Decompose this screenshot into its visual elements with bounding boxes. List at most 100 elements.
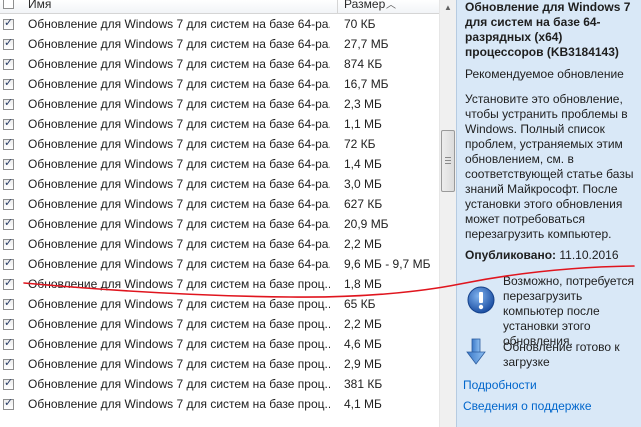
update-size: 2,9 МБ [344, 357, 382, 371]
update-size: 1,1 МБ [344, 117, 382, 131]
info-shield-icon [467, 286, 495, 314]
update-checkbox[interactable]: ✓ [3, 317, 14, 330]
restart-notice: Возможно, потребуется перезагрузить комп… [465, 268, 641, 348]
update-checkbox[interactable]: ✓ [3, 57, 14, 70]
update-name: Обновление для Windows 7 для систем на б… [28, 37, 330, 51]
checkmark-icon: ✓ [4, 37, 14, 49]
update-name: Обновление для Windows 7 для систем на б… [28, 137, 330, 151]
checkmark-icon: ✓ [4, 397, 14, 409]
update-description: Установите это обновление, чтобы устрани… [465, 92, 634, 241]
update-checkbox[interactable]: ✓ [3, 397, 14, 410]
scrollbar-thumb[interactable] [441, 130, 455, 192]
checkmark-icon: ✓ [4, 197, 14, 209]
update-name: Обновление для Windows 7 для систем на б… [28, 377, 330, 391]
table-row[interactable]: ✓ Обновление для Windows 7 для систем на … [0, 14, 439, 34]
table-row[interactable]: ✓ Обновление для Windows 7 для систем на … [0, 314, 439, 334]
table-row[interactable]: ✓ Обновление для Windows 7 для систем на … [0, 274, 439, 294]
table-row[interactable]: ✓ Обновление для Windows 7 для систем на … [0, 94, 439, 114]
update-checkbox[interactable]: ✓ [3, 137, 14, 150]
update-name: Обновление для Windows 7 для систем на б… [28, 177, 330, 191]
vertical-scrollbar[interactable]: ▲ [439, 0, 456, 427]
table-row[interactable]: ✓ Обновление для Windows 7 для систем на … [0, 134, 439, 154]
table-row[interactable]: ✓ Обновление для Windows 7 для систем на … [0, 174, 439, 194]
list-header: Имя ︿ Размер [0, 0, 439, 14]
column-header-size[interactable]: Размер [344, 0, 385, 11]
table-row[interactable]: ✓ Обновление для Windows 7 для систем на … [0, 154, 439, 174]
update-size: 70 КБ [344, 17, 376, 31]
grip-line [445, 157, 451, 158]
update-size: 2,2 МБ [344, 317, 382, 331]
grip-line [445, 163, 451, 164]
update-checkbox[interactable]: ✓ [3, 297, 14, 310]
update-checkbox[interactable]: ✓ [3, 357, 14, 370]
update-title: Обновление для Windows 7 для систем на б… [465, 0, 631, 59]
support-info-link[interactable]: Сведения о поддержке [463, 399, 592, 413]
update-name: Обновление для Windows 7 для систем на б… [28, 77, 330, 91]
column-header-name[interactable]: Имя [28, 0, 51, 11]
table-row[interactable]: ✓ Обновление для Windows 7 для систем на … [0, 334, 439, 354]
checkmark-icon: ✓ [4, 357, 14, 369]
update-checkbox[interactable]: ✓ [3, 257, 14, 270]
table-row[interactable]: ✓ Обновление для Windows 7 для систем на … [0, 74, 439, 94]
update-name: Обновление для Windows 7 для систем на б… [28, 57, 330, 71]
update-checkbox[interactable]: ✓ [3, 17, 14, 30]
table-row[interactable]: ✓ Обновление для Windows 7 для систем на … [0, 34, 439, 54]
update-checkbox[interactable]: ✓ [3, 217, 14, 230]
update-name: Обновление для Windows 7 для систем на б… [28, 357, 330, 371]
update-name: Обновление для Windows 7 для систем на б… [28, 157, 330, 171]
update-checkbox[interactable]: ✓ [3, 37, 14, 50]
checkmark-icon: ✓ [4, 217, 14, 229]
grip-line [445, 160, 451, 161]
checkmark-icon: ✓ [4, 97, 14, 109]
scroll-up-arrow-icon[interactable]: ▲ [440, 0, 456, 16]
update-size: 1,4 МБ [344, 157, 382, 171]
table-row[interactable]: ✓ Обновление для Windows 7 для систем на … [0, 294, 439, 314]
update-name: Обновление для Windows 7 для систем на б… [28, 397, 330, 411]
table-row[interactable]: ✓ Обновление для Windows 7 для систем на … [0, 214, 439, 234]
update-name: Обновление для Windows 7 для систем на б… [28, 17, 330, 31]
checkmark-icon: ✓ [4, 17, 14, 29]
update-size: 72 КБ [344, 137, 376, 151]
update-size: 2,3 МБ [344, 97, 382, 111]
checkmark-icon: ✓ [4, 297, 14, 309]
table-row[interactable]: ✓ Обновление для Windows 7 для систем на … [0, 234, 439, 254]
checkmark-icon: ✓ [4, 77, 14, 89]
update-checkbox[interactable]: ✓ [3, 157, 14, 170]
table-row[interactable]: ✓ Обновление для Windows 7 для систем на … [0, 254, 439, 274]
update-size: 4,1 МБ [344, 397, 382, 411]
update-size: 381 КБ [344, 377, 383, 391]
update-details-pane: Обновление для Windows 7 для систем на б… [456, 0, 641, 427]
update-checkbox[interactable]: ✓ [3, 117, 14, 130]
published-line: Опубликовано: 11.10.2016 [465, 248, 619, 262]
update-size: 874 КБ [344, 57, 383, 71]
update-checkbox[interactable]: ✓ [3, 237, 14, 250]
update-size: 627 КБ [344, 197, 383, 211]
update-checkbox[interactable]: ✓ [3, 97, 14, 110]
select-all-checkbox[interactable] [3, 0, 14, 9]
table-row[interactable]: ✓ Обновление для Windows 7 для систем на … [0, 114, 439, 134]
checkmark-icon: ✓ [4, 377, 14, 389]
update-name: Обновление для Windows 7 для систем на б… [28, 277, 330, 291]
table-row[interactable]: ✓ Обновление для Windows 7 для систем на … [0, 194, 439, 214]
table-row[interactable]: ✓ Обновление для Windows 7 для систем на … [0, 354, 439, 374]
checkmark-icon: ✓ [4, 237, 14, 249]
update-name: Обновление для Windows 7 для систем на б… [28, 197, 330, 211]
update-checkbox[interactable]: ✓ [3, 377, 14, 390]
update-checkbox[interactable]: ✓ [3, 77, 14, 90]
update-checkbox[interactable]: ✓ [3, 177, 14, 190]
update-size: 27,7 МБ [344, 37, 389, 51]
update-size: 2,2 МБ [344, 237, 382, 251]
table-row[interactable]: ✓ Обновление для Windows 7 для систем на … [0, 394, 439, 414]
update-name: Обновление для Windows 7 для систем на б… [28, 337, 330, 351]
update-name: Обновление для Windows 7 для систем на б… [28, 237, 330, 251]
checkmark-icon: ✓ [4, 117, 14, 129]
column-divider[interactable] [337, 0, 338, 14]
update-size: 1,8 МБ [344, 277, 382, 291]
table-row[interactable]: ✓ Обновление для Windows 7 для систем на … [0, 374, 439, 394]
update-checkbox[interactable]: ✓ [3, 277, 14, 290]
update-checkbox[interactable]: ✓ [3, 337, 14, 350]
update-checkbox[interactable]: ✓ [3, 197, 14, 210]
more-info-link[interactable]: Подробности [463, 378, 537, 392]
table-row[interactable]: ✓ Обновление для Windows 7 для систем на … [0, 54, 439, 74]
update-name: Обновление для Windows 7 для систем на б… [28, 217, 330, 231]
